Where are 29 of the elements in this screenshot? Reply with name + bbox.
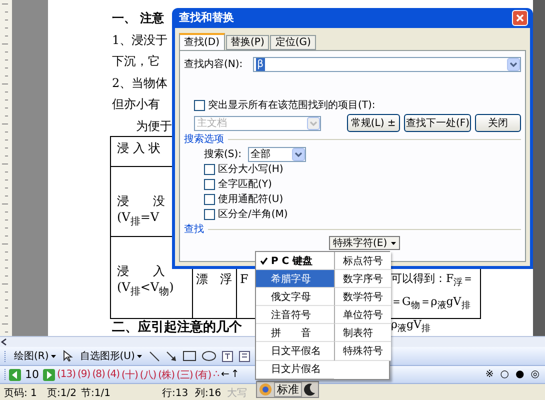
table-cell-text: (V$_{排}$=V xyxy=(117,208,160,229)
table-cell-text: 漂 浮 xyxy=(196,271,232,287)
status-text: 行:13 xyxy=(162,386,190,400)
formula-text: ρ$_{液}$gV$_{排}$ xyxy=(391,317,430,336)
status-text: 大写 xyxy=(227,386,248,400)
paragraph-text: 但亦小有 xyxy=(112,96,160,113)
page-number: 10 xyxy=(25,368,39,381)
paragraph-text: 下沉，它 xyxy=(112,53,160,70)
status-text: 列:16 xyxy=(195,386,222,400)
paragraph-text: 2、当物体 xyxy=(112,74,168,92)
table-cell-text: (V$_{排}$<V$_{物}$) xyxy=(117,278,174,299)
table-cell-text: F xyxy=(240,271,248,287)
section-label: 查找 xyxy=(184,223,204,236)
section-heading: 一、 注意 xyxy=(112,10,164,27)
status-text: 页:1/2 xyxy=(47,386,78,400)
formula-text: ＝G$_{物}$＝ρ$_{液}$gV$_{排}$ xyxy=(391,294,470,314)
table-cell-text: 浸 入 xyxy=(117,262,165,279)
section-heading: 二、应引起注意的几个 xyxy=(112,319,242,336)
paragraph-text: 为便于 xyxy=(136,118,172,134)
table-cell-text: 浸 入 状 xyxy=(117,140,161,156)
status-text: 页码: 1 xyxy=(4,386,38,400)
paragraph-text: 1、浸没于 xyxy=(112,32,168,48)
dialog-title: 查找和替换 xyxy=(179,11,234,25)
find-label: 查找内容(N): xyxy=(184,58,244,71)
formula-text: 可以得到：F$_{浮}$＝ xyxy=(391,271,474,290)
table-cell-text: 浸 没 xyxy=(117,192,165,209)
search-label: 搜索(S): xyxy=(204,148,242,161)
section-label: 搜索选项 xyxy=(184,133,224,146)
status-text: 节:1/1 xyxy=(81,386,112,400)
